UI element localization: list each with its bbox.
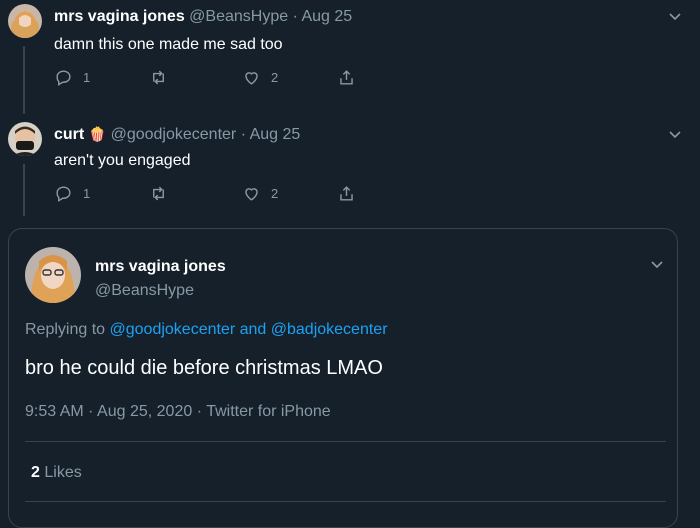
tweet-text: aren't you engaged [54,152,191,169]
like-icon [245,188,258,201]
popcorn-icon: 🍿 [88,126,107,142]
like-count: 2 [271,70,279,85]
tweet-source[interactable]: Twitter for iPhone [206,403,331,420]
chevron-down-icon[interactable] [649,256,665,272]
handle[interactable]: @goodjokecenter [111,126,237,143]
focused-tweet: mrs vagina jones @BeansHype Replying to … [8,228,678,528]
avatar[interactable] [25,247,81,303]
chevron-down-icon[interactable] [667,8,683,24]
tweet-full-date[interactable]: Aug 25, 2020 [97,403,192,420]
like-button[interactable]: 2 [242,68,337,87]
likes-stat[interactable]: 2 Likes [31,464,82,482]
tweet-time[interactable]: 9:53 AM [25,403,84,420]
action-bar: 1 2 [54,184,356,203]
reply-icon [56,70,71,86]
tweet-header: mrs vagina jones @BeansHype · Aug 25 [54,8,352,26]
separator: · [292,8,298,25]
reply-count: 1 [83,186,91,201]
display-name[interactable]: mrs vagina jones [95,258,226,276]
thread-line [23,46,25,114]
divider [25,501,666,502]
likes-count: 2 [31,464,40,481]
replying-prefix: Replying to [25,321,106,338]
avatar[interactable] [8,4,42,38]
tweet-header: curt 🍿 @goodjokecenter · Aug 25 [54,126,300,144]
and-text[interactable]: and [240,321,267,338]
replying-to: Replying to @goodjokecenter and @badjoke… [25,321,388,339]
display-name[interactable]: curt [54,126,84,143]
tweet-text: bro he could die before christmas LMAO [25,357,383,379]
like-icon [245,72,258,85]
separator: · [240,126,247,143]
reply-button[interactable]: 1 [54,184,149,203]
reply-icon [56,186,71,202]
mention-link[interactable]: @badjokecenter [271,321,388,338]
tweet-date[interactable]: Aug 25 [301,8,352,25]
chevron-down-icon[interactable] [667,126,683,142]
tweet-meta: 9:53 AM · Aug 25, 2020 · Twitter for iPh… [25,403,331,421]
mention-link[interactable]: @goodjokecenter [110,321,236,338]
divider [25,441,666,442]
separator: · [196,403,203,420]
like-button[interactable]: 2 [242,184,337,203]
like-count: 2 [271,186,279,201]
likes-label: Likes [44,464,82,481]
retweet-icon [153,186,164,201]
handle[interactable]: @BeansHype [189,8,288,25]
separator: · [88,403,94,420]
tweet-date[interactable]: Aug 25 [250,126,301,143]
share-button[interactable] [337,68,356,87]
retweet-button[interactable] [149,184,242,203]
share-button[interactable] [337,184,356,203]
display-name[interactable]: mrs vagina jones [54,8,185,25]
thread-line [23,164,25,216]
avatar[interactable] [8,122,42,156]
share-icon [340,186,353,201]
share-icon [340,70,353,85]
retweet-button[interactable] [149,68,242,87]
reply-count: 1 [83,70,91,85]
reply-button[interactable]: 1 [54,68,149,87]
action-bar: 1 2 [54,68,356,87]
handle[interactable]: @BeansHype [95,282,194,300]
tweet-text: damn this one made me sad too [54,36,283,53]
retweet-icon [153,70,164,85]
